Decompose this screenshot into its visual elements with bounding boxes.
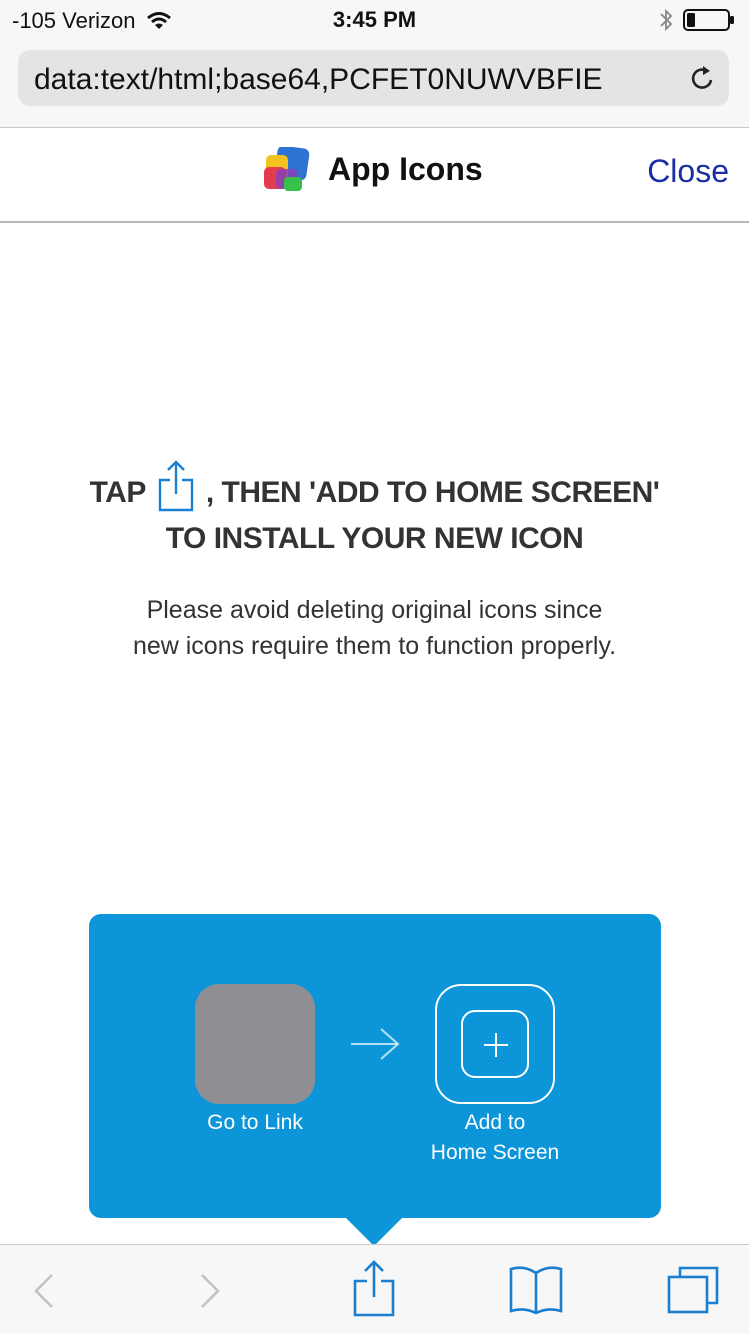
back-icon[interactable]: [30, 1271, 56, 1311]
note-line-2: new icons require them to function prope…: [132, 632, 617, 660]
url-text[interactable]: data:text/html;base64,PCFET0NUWVBFIE: [34, 63, 674, 97]
url-fade: [618, 50, 678, 106]
plus-icon: [484, 1033, 508, 1057]
install-popup: Go to Link Add to Home Screen: [89, 914, 661, 1218]
add-to-label-line-2: Home Screen: [430, 1141, 560, 1164]
app-header: App Icons Close: [0, 129, 749, 223]
instruction-line-2: TO INSTALL YOUR NEW ICON: [165, 522, 584, 555]
address-field[interactable]: data:text/html;base64,PCFET0NUWVBFIE: [18, 50, 729, 106]
battery-icon: [683, 9, 734, 31]
close-button[interactable]: Close: [647, 153, 729, 190]
go-to-link-tile: [195, 984, 315, 1104]
popup-pointer: [344, 1216, 404, 1246]
instruction-tap: TAP: [89, 476, 147, 509]
status-time: 3:45 PM: [332, 7, 417, 32]
app-logo-icon: [264, 147, 310, 191]
bottom-toolbar: [0, 1244, 749, 1334]
add-inner-square: [461, 1010, 529, 1078]
bookmarks-icon[interactable]: [508, 1265, 564, 1315]
go-to-link-label: Go to Link: [207, 1111, 303, 1134]
instruction-then: , THEN 'ADD TO HOME SCREEN': [205, 476, 660, 509]
app-title: App Icons: [328, 151, 483, 187]
status-right: [659, 8, 735, 32]
instruction-line-1: TAP , THEN 'ADD TO HOME SCREEN': [0, 460, 749, 512]
share-icon-inline: [158, 460, 194, 512]
reload-icon[interactable]: [689, 64, 717, 92]
status-bar: -105 Verizon 3:45 PM: [0, 0, 749, 40]
tabs-icon[interactable]: [666, 1265, 720, 1315]
note-line-1: Please avoid deleting original icons sin…: [146, 596, 603, 624]
share-icon[interactable]: [352, 1259, 396, 1317]
url-bar-area: data:text/html;base64,PCFET0NUWVBFIE: [0, 40, 749, 128]
arrow-right-icon: [351, 1028, 400, 1060]
forward-icon[interactable]: [198, 1271, 224, 1311]
bluetooth-icon: [660, 8, 673, 32]
add-to-label-line-1: Add to: [464, 1111, 526, 1134]
add-to-home-tile: [435, 984, 555, 1104]
